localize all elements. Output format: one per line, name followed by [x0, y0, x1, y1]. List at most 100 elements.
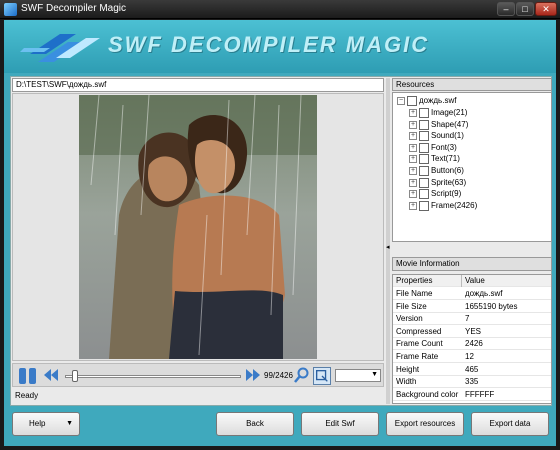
collapse-icon[interactable]: −: [397, 97, 405, 105]
rewind-icon[interactable]: [43, 367, 59, 383]
property-name: Version: [396, 314, 423, 324]
property-value: 12: [465, 352, 474, 361]
export-resources-button[interactable]: Export resources: [386, 412, 464, 436]
expand-icon[interactable]: +: [409, 120, 417, 129]
property-value: 2426: [465, 339, 483, 349]
frame-counter: 99/2426: [264, 371, 293, 380]
table-row: Version 7: [393, 313, 551, 326]
magnifier-icon[interactable]: [294, 367, 309, 383]
expand-icon[interactable]: +: [409, 201, 417, 210]
table-row: Compressed YES: [393, 326, 551, 338]
window-title: SWF Decompiler Magic: [21, 3, 127, 14]
maximize-button[interactable]: □: [516, 2, 534, 16]
tree-item[interactable]: + Button(6): [409, 165, 464, 177]
help-label: Help: [29, 419, 46, 428]
splitter-grip-icon: ◂: [386, 244, 390, 251]
tree-checkbox[interactable]: [407, 96, 417, 106]
tree-item-label: Script(9): [431, 189, 462, 199]
tree-item-label: Button(6): [431, 166, 464, 175]
tree-checkbox[interactable]: [419, 108, 429, 118]
expand-icon[interactable]: +: [409, 155, 417, 164]
table-row: Height 465: [393, 364, 551, 376]
file-path: D:\TEST\SWF\дождь.swf: [12, 78, 384, 92]
property-name: Background color: [396, 389, 459, 399]
export-data-button[interactable]: Export data: [471, 412, 549, 436]
property-value: FFFFFF: [465, 389, 495, 399]
property-name: Width: [396, 377, 417, 387]
property-value: дождь.swf: [465, 289, 503, 298]
dropdown-arrow-icon: ▼: [66, 420, 73, 427]
edit-swf-button[interactable]: Edit Swf: [301, 412, 379, 436]
expand-icon[interactable]: +: [409, 109, 417, 117]
forward-icon[interactable]: [245, 367, 261, 383]
table-row: Background color FFFFFF: [393, 389, 551, 401]
tree-item[interactable]: + Sound(1): [409, 130, 464, 142]
property-name: Frame Count: [396, 339, 443, 349]
tree-root[interactable]: − дождь.swf: [397, 95, 456, 107]
property-value: YES: [465, 326, 482, 336]
column-separator[interactable]: [461, 275, 462, 287]
movie-info-table: Properties Value File Name дождь.swf File …: [392, 274, 552, 404]
tree-checkbox[interactable]: [419, 131, 429, 142]
help-button[interactable]: Help ▼: [12, 412, 80, 436]
tree-checkbox[interactable]: [419, 142, 429, 153]
movie-viewer[interactable]: [12, 93, 384, 361]
tree-checkbox[interactable]: [419, 200, 429, 211]
tree-item-label: Frame(2426): [431, 200, 478, 210]
expand-icon[interactable]: +: [409, 167, 417, 175]
banner: SWF DECOMPILER MAGIC: [4, 20, 556, 73]
tree-checkbox[interactable]: [419, 166, 429, 176]
resources-header: Resources: [392, 78, 552, 91]
tree-item-label: Shape(47): [431, 119, 469, 129]
tree-item[interactable]: + Sprite(63): [409, 177, 466, 189]
app-client-area: SWF DECOMPILER MAGIC D:\TEST\SWF\дождь.s…: [4, 20, 556, 446]
splitter[interactable]: ◂: [386, 78, 390, 404]
tree-checkbox[interactable]: [419, 189, 429, 200]
table-row: Frame Count 2426: [393, 338, 551, 351]
property-value: 7: [465, 314, 470, 324]
expand-icon[interactable]: +: [409, 143, 417, 152]
fit-icon[interactable]: [313, 367, 331, 385]
property-name: File Size: [396, 301, 427, 311]
property-name: Compressed: [396, 326, 442, 336]
close-button[interactable]: ✕: [535, 2, 557, 16]
tree-item[interactable]: + Shape(47): [409, 119, 468, 131]
back-button[interactable]: Back: [216, 412, 294, 436]
resources-tree: − дождь.swf + Image(21) + Shape(47) + Sound(1)…: [392, 92, 552, 242]
tree-item-label: Text(71): [431, 154, 460, 164]
tree-item-label: Image(21): [431, 108, 468, 117]
property-value: 335: [465, 377, 479, 387]
tree-checkbox[interactable]: [419, 154, 429, 165]
tree-item[interactable]: + Image(21): [409, 107, 467, 119]
app-icon: [4, 3, 17, 16]
seek-thumb[interactable]: [71, 370, 78, 382]
expand-icon[interactable]: +: [409, 132, 417, 141]
expand-icon[interactable]: +: [409, 178, 417, 187]
zoom-select[interactable]: ▼: [335, 369, 381, 382]
property-name: Height: [396, 364, 420, 374]
property-value: 465: [465, 364, 479, 374]
banner-title: SWF DECOMPILER MAGIC: [108, 32, 430, 57]
tree-checkbox[interactable]: [419, 177, 429, 188]
player-controls: 99/2426 ▼: [12, 363, 384, 387]
tree-item[interactable]: + Font(3): [409, 142, 457, 154]
main-panel: D:\TEST\SWF\дождь.swf 99/2426 ▼ Ready ◂ …: [10, 76, 552, 406]
tree-item[interactable]: + Text(71): [409, 153, 460, 165]
column-header-properties[interactable]: Properties: [396, 275, 432, 287]
tree-item-label: Sprite(63): [431, 177, 467, 187]
minimize-button[interactable]: –: [497, 2, 515, 16]
title-bar: SWF Decompiler Magic – □ ✕: [0, 0, 560, 19]
table-row: Frame Rate 12: [393, 351, 551, 363]
tree-item-label: Sound(1): [431, 131, 464, 141]
seek-bar[interactable]: [65, 375, 241, 378]
table-row: File Size 1655190 bytes: [393, 301, 551, 313]
tree-root-label: дождь.swf: [419, 96, 457, 105]
tree-item[interactable]: + Script(9): [409, 188, 461, 200]
expand-icon[interactable]: +: [409, 190, 417, 199]
pause-icon[interactable]: [17, 367, 39, 385]
column-header-value[interactable]: Value: [465, 275, 485, 287]
tree-item[interactable]: + Frame(2426): [409, 200, 477, 212]
table-header-row: Properties Value: [393, 275, 551, 287]
tree-checkbox[interactable]: [419, 119, 429, 130]
chevron-down-icon: ▼: [371, 371, 378, 378]
